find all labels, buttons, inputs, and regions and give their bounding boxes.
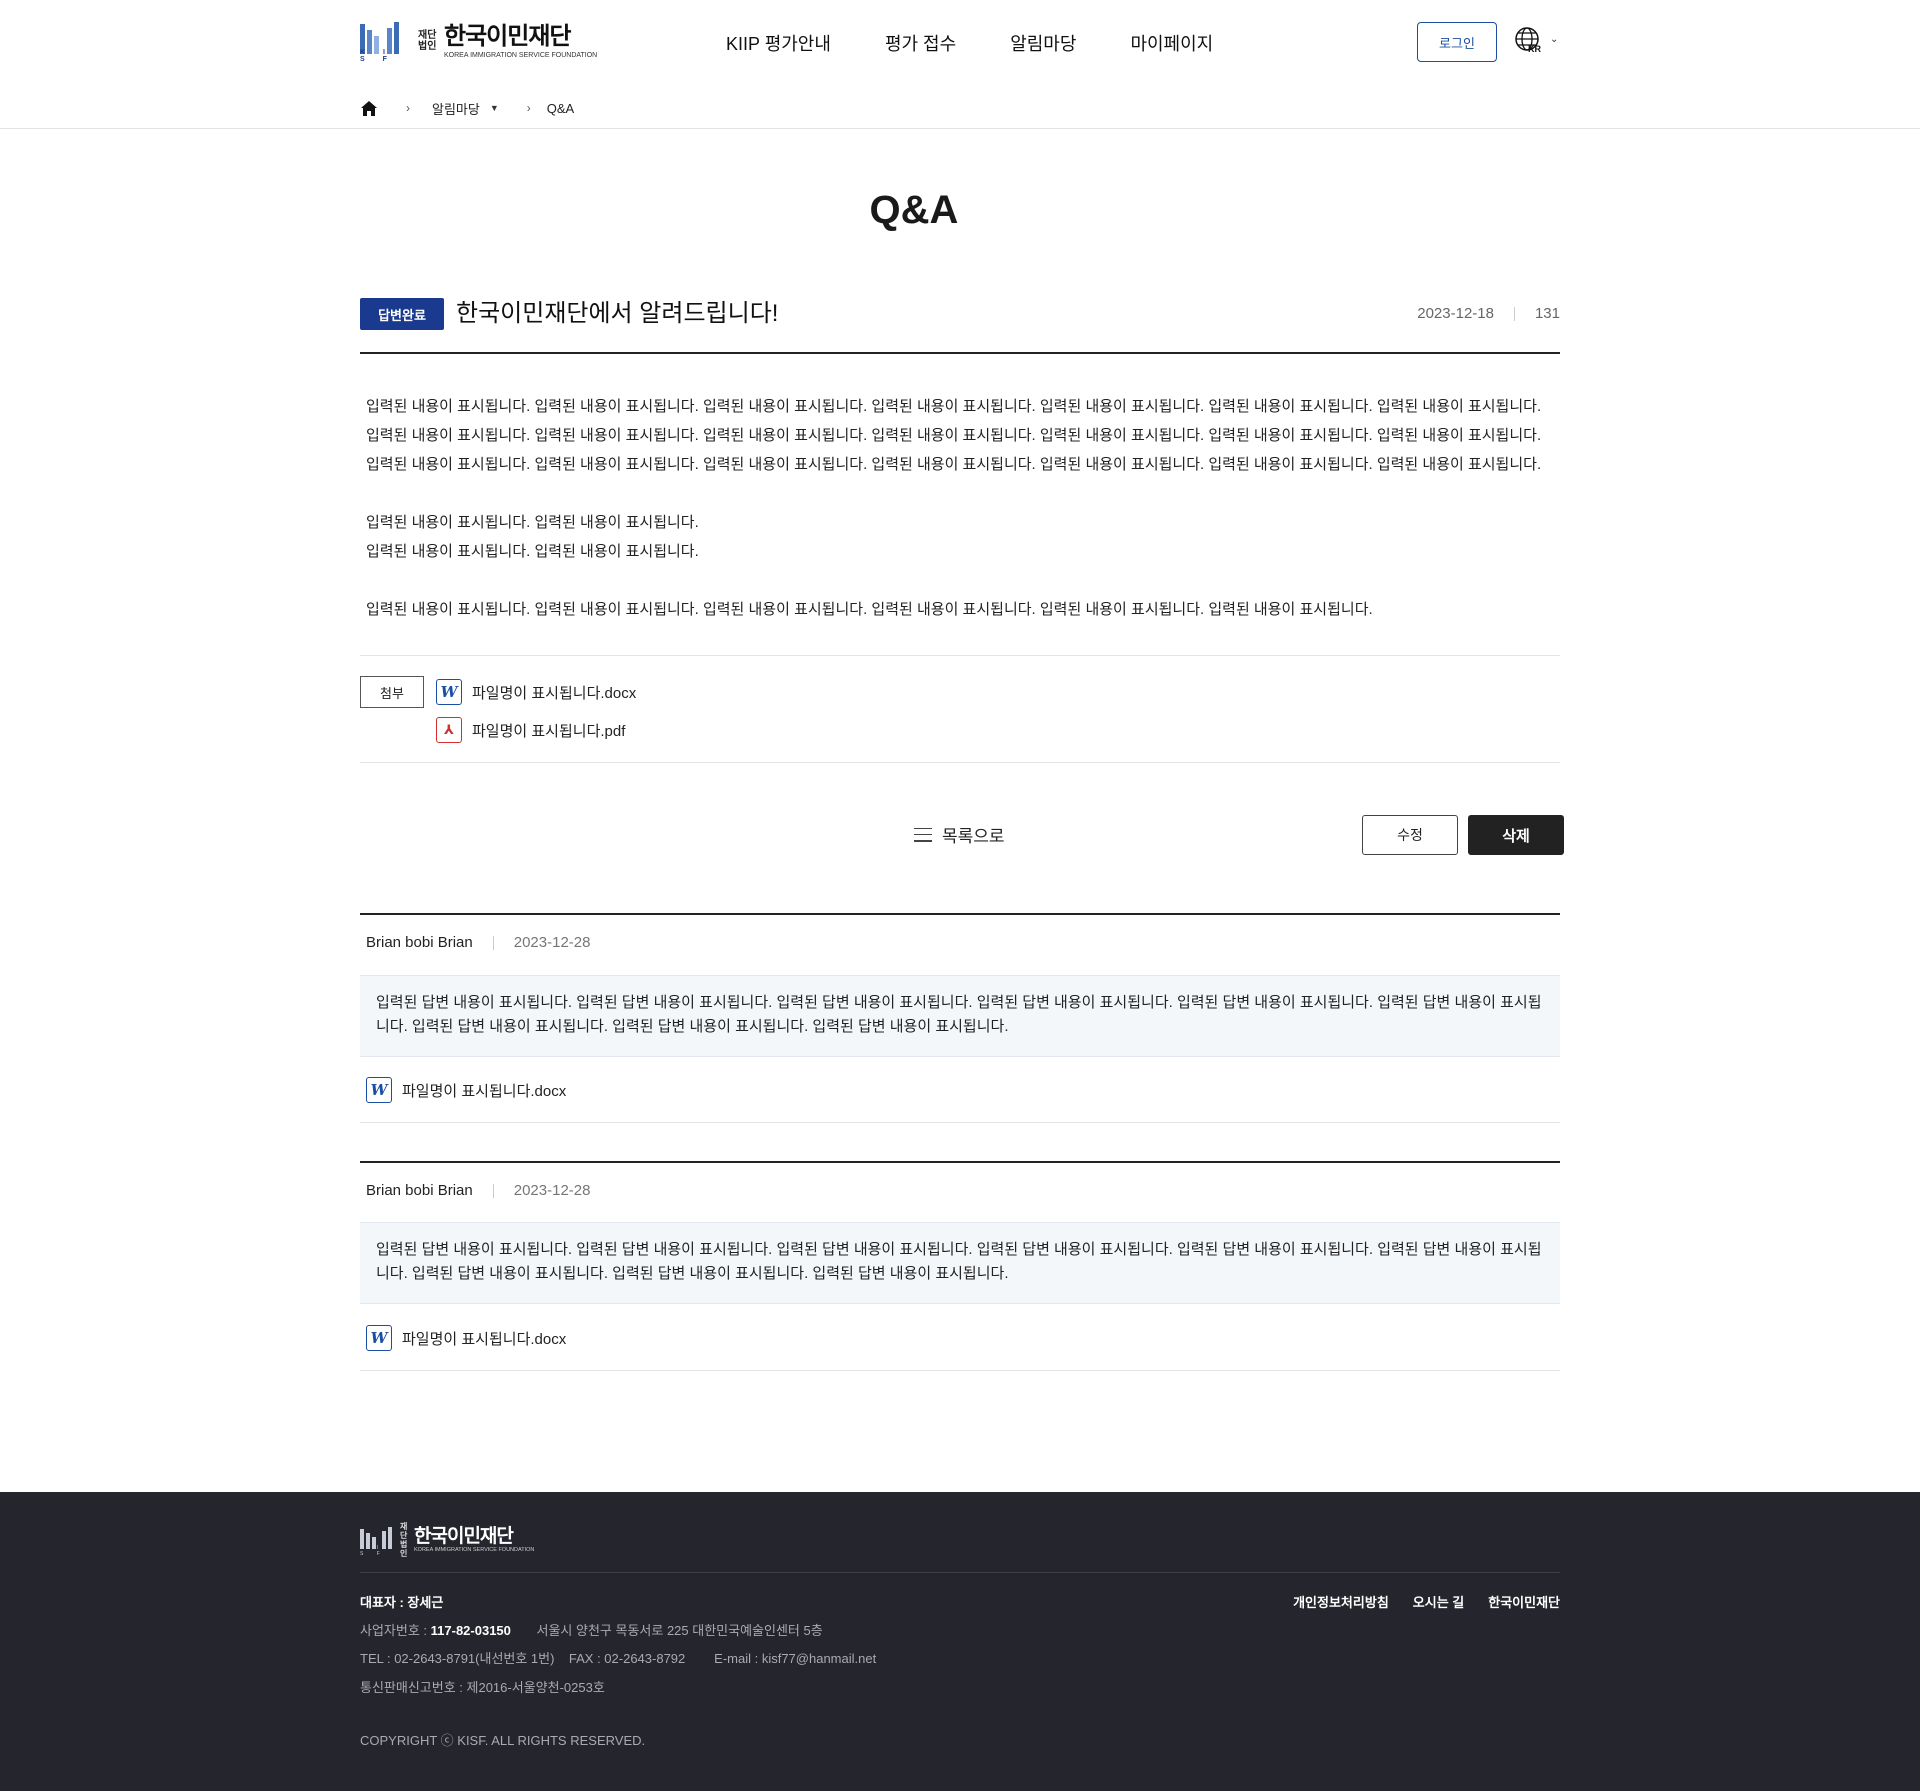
reply-divider [360,913,1560,915]
nav-mypage[interactable]: 마이페이지 [1130,30,1213,56]
body-paragraph: 입력된 내용이 표시됩니다. 입력된 내용이 표시됩니다. 입력된 내용이 표시… [366,601,1373,618]
reply-date: 2023-12-28 [513,1182,591,1199]
article-header-divider [360,352,1560,354]
footer-address: 서울시 양천구 목동서로 225 대한민국예술인센터 5층 [536,1623,823,1638]
attachment-file[interactable]: W 파일명이 표시됩니다.docx [436,679,636,705]
breadcrumb-current: Q&A [546,100,575,116]
login-button[interactable]: 로그인 [1417,22,1497,62]
footer-logo-prefix: 재단법인 [400,1522,408,1558]
nav-notice[interactable]: 알림마당 [1010,30,1076,56]
body-paragraph: 입력된 내용이 표시됩니다. 입력된 내용이 표시됩니다. [366,543,699,560]
footer-mail-order: 통신판매신고번호 : 제2016-서울양천-0253호 [360,1680,605,1695]
reply-body: 입력된 답변 내용이 표시됩니다. 입력된 답변 내용이 표시됩니다. 입력된 … [360,975,1560,1057]
footer-representative: 대표자 : 장세근 [360,1595,444,1610]
attachment-file[interactable]: ⅄ 파일명이 표시됩니다.pdf [436,717,625,743]
footer-logo-name: 한국이민재단 [414,1526,514,1547]
delete-button[interactable]: 삭제 [1468,815,1564,855]
site-footer: K I S F 재단법인 한국이민재단 KOREA IMMIGRATION SE… [0,1492,1920,1791]
breadcrumb-section[interactable]: 알림마당 [432,99,480,118]
body-paragraph: 입력된 내용이 표시됩니다. 입력된 내용이 표시됩니다. [366,514,699,531]
article-views: 131 [1534,305,1560,322]
attachments-bottom-divider [360,762,1560,763]
reply-attachment-name[interactable]: 파일명이 표시됩니다.docx [402,1328,566,1349]
reply-date: 2023-12-28 [513,934,591,951]
body-paragraph: 입력된 내용이 표시됩니다. 입력된 내용이 표시됩니다. 입력된 내용이 표시… [366,398,1542,415]
status-badge: 답변완료 [360,298,444,330]
body-paragraph: 입력된 내용이 표시됩니다. 입력된 내용이 표시됩니다. 입력된 내용이 표시… [366,427,1542,444]
word-icon: W [436,679,462,705]
kisf-logo-mark-icon: K I S F [360,1525,394,1557]
attachment-file-name[interactable]: 파일명이 표시됩니다.docx [472,682,636,703]
reply-bottom-divider [360,1122,1560,1123]
footer-link-foundation[interactable]: 한국이민재단 [1488,1592,1560,1611]
footer-logo-english: KOREA IMMIGRATION SERVICE FOUNDATION [414,1547,535,1553]
kisf-logo-mark-icon: K I S F [360,20,406,63]
edit-button[interactable]: 수정 [1362,815,1458,855]
back-to-list-button[interactable]: 목록으로 [914,822,1005,847]
word-icon: W [366,1077,392,1103]
footer-copyright: COPYRIGHT ⓒ KISF. ALL RIGHTS RESERVED. [360,1733,646,1748]
article-title: 한국이민재단에서 알려드립니다! [456,300,779,327]
footer-link-privacy[interactable]: 개인정보처리방침 [1293,1592,1389,1611]
chevron-down-icon: ⌄ [1550,34,1559,45]
article-body: 입력된 내용이 표시됩니다. 입력된 내용이 표시됩니다. 입력된 내용이 표시… [366,392,1566,624]
reply-attachment[interactable]: W 파일명이 표시됩니다.docx [366,1077,566,1103]
footer-business-info: 사업자번호 : 117-82-03150 서울시 양천구 목동서로 225 대한… [360,1623,823,1638]
footer-divider [360,1572,1560,1573]
reply-header: Brian bobi Brian 2023-12-28 [366,1182,590,1199]
logo-prefix: 재단법인 [418,30,437,52]
body-paragraph: 입력된 내용이 표시됩니다. 입력된 내용이 표시됩니다. 입력된 내용이 표시… [366,456,1542,473]
site-logo[interactable]: K I S F 재단법인 한국이민재단 KOREA IMMIGRATION SE… [360,20,598,63]
attachment-label: 첨부 [360,676,424,708]
attachment-file-name[interactable]: 파일명이 표시됩니다.pdf [472,720,625,741]
reply-bottom-divider [360,1370,1560,1371]
caret-down-icon[interactable]: ▼ [490,103,499,113]
chevron-right-icon: › [526,101,531,115]
article-meta: 2023-12-18 131 [1417,305,1560,322]
breadcrumb-divider [0,128,1920,129]
footer-logo[interactable]: K I S F 재단법인 한국이민재단 KOREA IMMIGRATION SE… [360,1522,534,1558]
language-selector[interactable]: KR ⌄ [1514,26,1560,58]
footer-link-directions[interactable]: 오시는 길 [1413,1592,1464,1611]
reply-author: Brian bobi Brian [366,934,473,951]
language-code: KR [1528,44,1541,54]
back-to-list-label: 목록으로 [942,827,1005,846]
home-icon[interactable] [360,100,378,117]
reply-attachment-name[interactable]: 파일명이 표시됩니다.docx [402,1080,566,1101]
page-title: Q&A [869,188,959,232]
nav-apply[interactable]: 평가 접수 [885,30,956,56]
main-nav: KIIP 평가안내 평가 접수 알림마당 마이페이지 [726,30,1267,56]
chevron-right-icon: › [406,101,410,115]
list-icon [914,827,932,842]
business-number: 117-82-03150 [430,1623,511,1638]
word-icon: W [366,1325,392,1351]
reply-body: 입력된 답변 내용이 표시됩니다. 입력된 답변 내용이 표시됩니다. 입력된 … [360,1222,1560,1304]
logo-english: KOREA IMMIGRATION SERVICE FOUNDATION [444,51,598,59]
pdf-icon: ⅄ [436,717,462,743]
site-header: K I S F 재단법인 한국이민재단 KOREA IMMIGRATION SE… [0,0,1920,84]
footer-links: 개인정보처리방침 오시는 길 한국이민재단 [1269,1592,1560,1611]
footer-contact: TEL : 02-2643-8791(내선번호 1번) FAX : 02-264… [360,1651,877,1666]
reply-attachment[interactable]: W 파일명이 표시됩니다.docx [366,1325,566,1351]
reply-divider [360,1161,1560,1163]
article-date: 2023-12-18 [1417,305,1494,322]
breadcrumb: › 알림마당 ▼ › Q&A [360,96,574,120]
nav-kiip-guide[interactable]: KIIP 평가안내 [726,30,831,56]
attachments-top-divider [360,655,1560,656]
reply-author: Brian bobi Brian [366,1182,473,1199]
logo-name: 한국이민재단 [444,22,571,50]
reply-header: Brian bobi Brian 2023-12-28 [366,934,590,951]
